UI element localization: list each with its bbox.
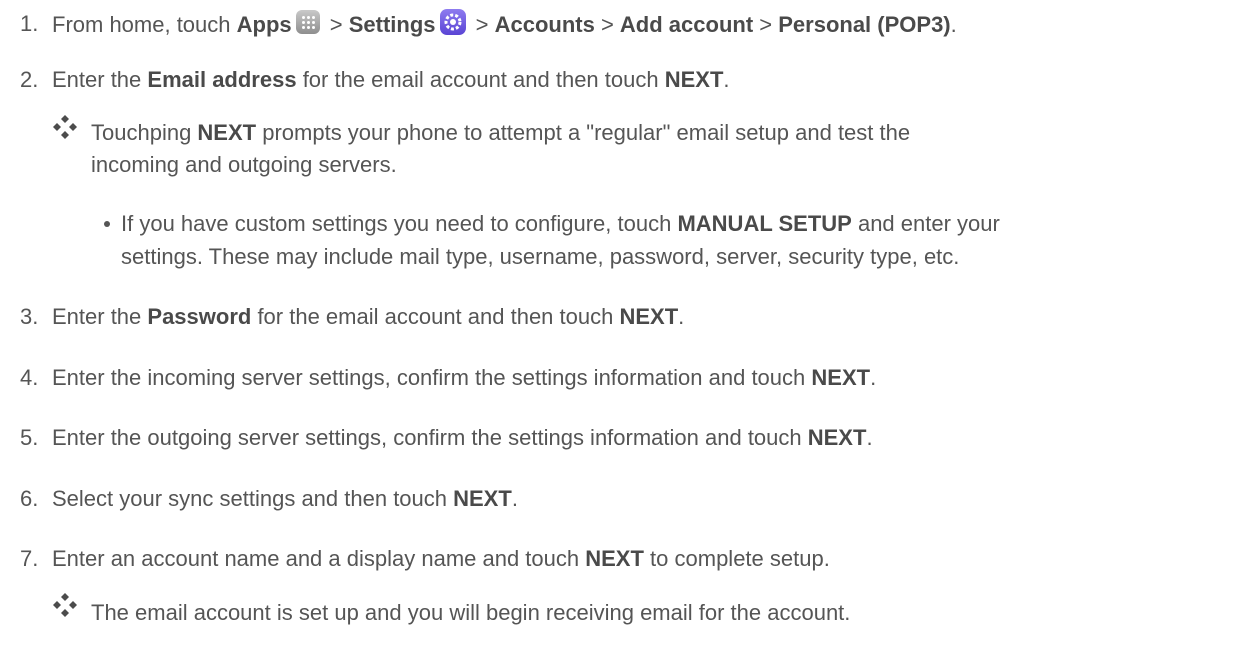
step-number: 3.: [20, 304, 39, 329]
step-text: Select your sync settings and then touch…: [52, 486, 518, 511]
diamond-bullet-icon: [53, 593, 77, 617]
note-done: The email account is set up and you will…: [91, 600, 851, 625]
apps-grid-icon: [295, 10, 320, 34]
accounts-label: Accounts: [494, 12, 595, 37]
step-text: Enter the Password for the email account…: [52, 304, 685, 329]
apps-label: Apps: [236, 12, 292, 37]
step-text: From home, touch Apps > Settings > Accou…: [52, 9, 957, 40]
step-number: 5.: [20, 425, 39, 450]
step-number: 7.: [20, 546, 39, 571]
step-number: 4.: [20, 365, 39, 390]
settings-label: Settings: [348, 12, 436, 37]
note-next: Touchping NEXT prompts your phone to att…: [91, 120, 911, 145]
step-text: Enter the incoming server settings, conf…: [52, 365, 877, 390]
note-next-continued: incoming and outgoing servers.: [91, 152, 397, 177]
step-number: 1.: [20, 11, 39, 36]
step-text: Enter an account name and a display name…: [52, 546, 830, 571]
bullet-manual-setup-continued: settings. These may include mail type, u…: [121, 244, 960, 269]
gear-icon: [439, 9, 466, 35]
step-number: 2.: [20, 67, 39, 92]
step-number: 6.: [20, 486, 39, 511]
diamond-bullet-icon: [53, 115, 77, 139]
add-account-label: Add account: [619, 12, 754, 37]
bullet-manual-setup: If you have custom settings you need to …: [121, 211, 1000, 236]
bullet-dot: [104, 221, 110, 227]
step-text: Enter the outgoing server settings, conf…: [52, 425, 873, 450]
personal-pop3-label: Personal (POP3): [778, 12, 951, 37]
step-text: Enter the Email address for the email ac…: [52, 67, 730, 92]
